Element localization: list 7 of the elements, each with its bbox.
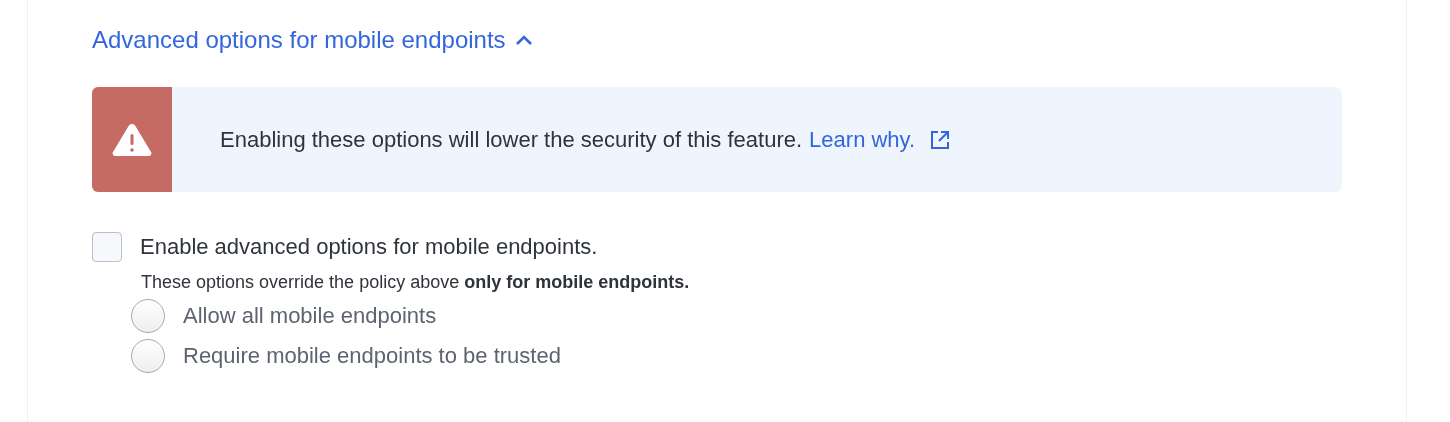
warning-message: Enabling these options will lower the security of this feature. — [220, 126, 803, 153]
description-text: These options override the policy above only for mobile endpoints. — [141, 272, 691, 293]
checkbox[interactable] — [92, 232, 122, 262]
checkbox-label[interactable]: Enable advanced options for mobile endpoints. — [140, 234, 598, 260]
learn-link[interactable]: Learn why. — [809, 126, 916, 153]
external-link-icon[interactable] — [929, 128, 952, 151]
section-toggle[interactable]: Advanced options for mobile endpoints — [92, 26, 534, 54]
